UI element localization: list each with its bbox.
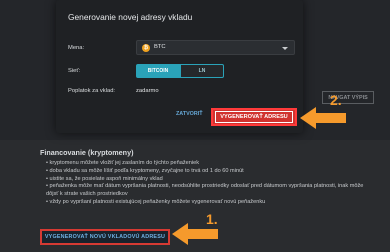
fee-label: Poplatok za vklad: (68, 88, 116, 94)
section-title: Financovanie (kryptomeny) (40, 148, 134, 157)
fee-value: zadarmo (136, 88, 159, 94)
arrow-left-icon (300, 107, 346, 129)
list-item: kryptomenu môžete vložiť jej zaslaním do… (46, 160, 376, 168)
currency-value: BTC (154, 44, 166, 50)
info-list: kryptomenu môžete vložiť jej zaslaním do… (46, 160, 376, 207)
generate-address-label: VYGENEROVAŤ ADRESU (215, 111, 293, 123)
generate-address-button[interactable]: VYGENEROVAŤ ADRESU (211, 108, 297, 126)
generate-address-modal: Generovanie novej adresy vkladu Mena: ₿ … (56, 0, 303, 133)
chevron-down-icon (282, 47, 288, 50)
step-1-label: 1. (206, 211, 218, 227)
list-item: peňaženka môže mať dátum vypršania platn… (46, 183, 376, 199)
network-option-ln[interactable]: LN (180, 64, 224, 78)
currency-select[interactable]: ₿ BTC (136, 40, 295, 55)
list-item: uistite sa, že posielate aspoň minimálny… (46, 176, 376, 184)
list-item: doba vkladu sa môže líšiť podľa kryptome… (46, 168, 376, 176)
close-button[interactable]: ZATVORIŤ (176, 111, 203, 117)
modal-title: Generovanie novej adresy vkladu (68, 12, 193, 22)
network-option-bitcoin[interactable]: BITCOIN (136, 64, 180, 78)
generate-new-deposit-address-button[interactable]: VYGENEROVAŤ NOVÚ VKLADOVÚ ADRESU (40, 229, 170, 245)
bitcoin-icon: ₿ (142, 44, 150, 52)
list-item: vždy po vypršaní platnosti existujúcej p… (46, 199, 376, 207)
currency-label: Mena: (68, 45, 85, 51)
network-label: Sieť: (68, 68, 81, 74)
step-2-label: 2. (330, 92, 342, 108)
